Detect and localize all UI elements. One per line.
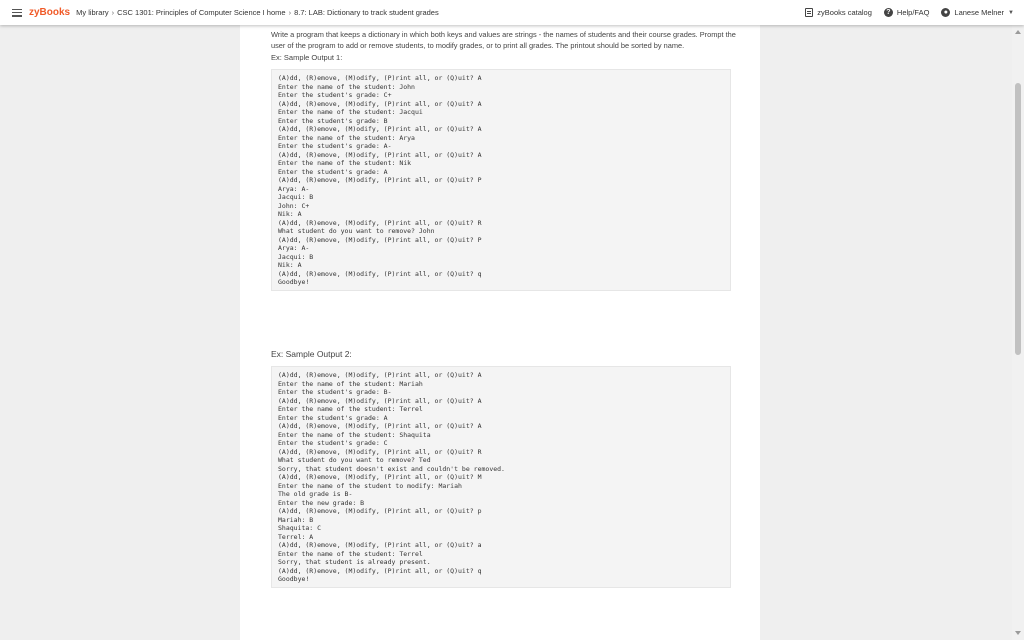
code-line: Nik: A [278,261,302,269]
lab-content-panel: Write a program that keeps a dictionary … [240,25,760,640]
help-question-icon: ? [883,8,893,17]
zybooks-logo[interactable]: zyBooks [29,7,70,18]
code-line: (A)dd, (R)emove, (M)odify, (P)rint all, … [278,125,482,133]
code-line: (A)dd, (R)emove, (M)odify, (P)rint all, … [278,269,482,278]
code-line: Shaquita: C [278,524,322,532]
code-line: Arya: A- [278,244,310,252]
code-line: What student do you want to remove? Ted [278,456,431,464]
code-line: Enter the name of the student: Arya [278,133,415,142]
code-line: Jacqui: B [278,193,314,201]
code-line: Goodbye! [278,278,310,286]
code-line: Enter the student's grade: A [278,413,388,422]
code-line: The old grade is B- [278,490,353,498]
code-line: (A)dd, (R)emove, (M)odify, (P)rint all, … [278,473,482,481]
sample-output-2-label: Ex: Sample Output 2: [271,349,352,359]
code-line: (A)dd, (R)emove, (M)odify, (P)rint all, … [278,176,482,184]
catalog-book-icon [805,8,814,17]
code-line: Enter the student's grade: B- [278,388,392,396]
breadcrumb-my-library[interactable]: My library [76,8,109,17]
code-line: Enter the student's grade: A [278,167,388,176]
code-line: (A)dd, (R)emove, (M)odify, (P)rint all, … [278,99,482,108]
help-faq-link[interactable]: ? Help/FAQ [883,8,930,17]
code-line: Enter the name of the student: Shaquita [278,430,431,439]
scroll-down-arrow-icon[interactable] [1015,631,1021,635]
code-line: (A)dd, (R)emove, (M)odify, (P)rint all, … [278,235,482,244]
code-line: Enter the name of the student: Terrel [278,405,423,413]
top-right-menu: zyBooks catalog ? Help/FAQ ● Lanese Meln… [805,0,1014,25]
code-line: Sorry, that student is already present. [278,558,431,566]
user-name: Lanese Melner [954,8,1005,17]
sample-output-2-code-block: (A)dd, (R)emove, (M)odify, (P)rint all, … [271,366,731,588]
code-line: Enter the name of the student: Nik [278,159,412,167]
code-line: Enter the student's grade: C+ [278,91,392,99]
code-line: (A)dd, (R)emove, (M)odify, (P)rint all, … [278,218,482,227]
code-line: Enter the student's grade: A- [278,142,392,150]
code-line: Enter the name of the student: Terrel [278,549,423,558]
code-line: Enter the name of the student: Mariah [278,379,423,388]
code-line: Enter the name of the student: John [278,82,415,91]
code-line: Terrel: A [278,532,314,541]
breadcrumb-course-home[interactable]: CSC 1301: Principles of Computer Science… [117,8,285,17]
zybooks-catalog-link[interactable]: zyBooks catalog [805,8,872,17]
top-navigation-bar: zyBooks My library › CSC 1301: Principles … [0,0,1024,25]
code-line: Enter the new grade: B [278,498,365,507]
breadcrumb-separator-icon: › [288,8,292,17]
code-line: (A)dd, (R)emove, (M)odify, (P)rint all, … [278,566,482,575]
scrollbar-thumb[interactable] [1015,83,1021,355]
code-line: Enter the student's grade: B [278,116,388,125]
scroll-up-arrow-icon[interactable] [1015,30,1021,34]
code-line: Sorry, that student doesn't exist and co… [278,464,505,473]
user-account-icon: ● [941,8,951,17]
hamburger-menu-icon[interactable] [12,8,22,17]
code-line: Enter the name of the student: Jacqui [278,108,423,116]
code-line: Mariah: B [278,515,314,524]
code-line: Arya: A- [278,184,310,193]
code-line: (A)dd, (R)emove, (M)odify, (P)rint all, … [278,371,482,379]
catalog-label: zyBooks catalog [817,8,872,17]
page-scrollbar[interactable] [1012,25,1024,640]
code-line: (A)dd, (R)emove, (M)odify, (P)rint all, … [278,396,482,405]
code-line: (A)dd, (R)emove, (M)odify, (P)rint all, … [278,150,482,159]
code-line: Enter the student's grade: C [278,439,388,447]
user-menu[interactable]: ● Lanese Melner ▼ [941,8,1014,17]
code-line: John: C+ [278,201,310,210]
help-label: Help/FAQ [896,8,930,17]
code-line: (A)dd, (R)emove, (M)odify, (P)rint all, … [278,447,482,456]
code-line: (A)dd, (R)emove, (M)odify, (P)rint all, … [278,422,482,430]
code-line: Goodbye! [278,575,310,583]
code-line: (A)dd, (R)emove, (M)odify, (P)rint all, … [278,507,482,515]
breadcrumb: My library › CSC 1301: Principles of Compu… [76,8,439,17]
chevron-down-icon: ▼ [1008,9,1014,16]
code-line: What student do you want to remove? John [278,227,435,235]
lab-instructions: Write a program that keeps a dictionary … [271,30,736,50]
breadcrumb-current-section: 8.7: LAB: Dictionary to track student gr… [294,8,439,17]
code-line: Nik: A [278,210,302,218]
breadcrumb-separator-icon: › [111,8,115,17]
sample-output-1-code-block: (A)dd, (R)emove, (M)odify, (P)rint all, … [271,69,731,291]
sample-output-1-label: Ex: Sample Output 1: [271,53,343,62]
code-line: (A)dd, (R)emove, (M)odify, (P)rint all, … [278,541,482,549]
code-line: Enter the name of the student to modify:… [278,481,462,490]
code-line: Jacqui: B [278,252,314,261]
code-line: (A)dd, (R)emove, (M)odify, (P)rint all, … [278,74,482,82]
